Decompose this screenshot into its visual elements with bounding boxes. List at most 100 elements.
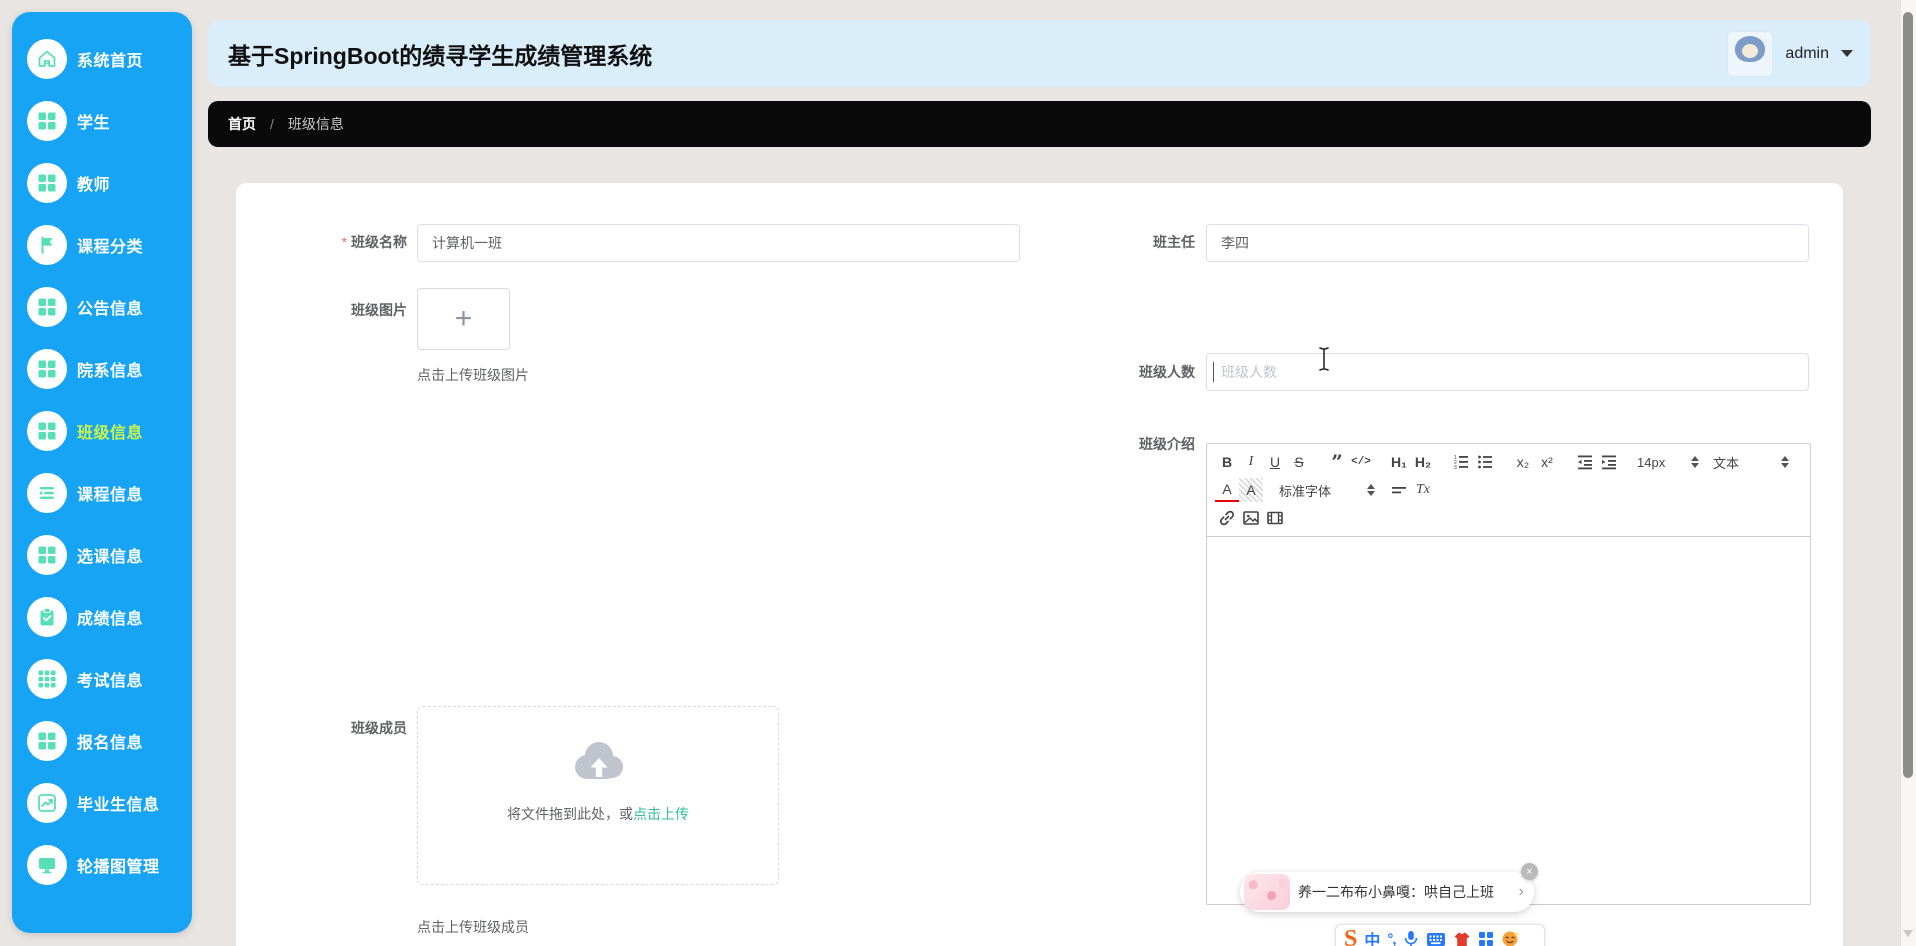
ime-suggestion-popup[interactable]: 养一二布布小鼻嘎：哄自己上班 › xyxy=(1240,872,1534,912)
header: 基于SpringBoot的绩寻学生成绩管理系统 admin xyxy=(208,20,1871,87)
text-caret xyxy=(1213,362,1214,382)
keyboard-icon[interactable] xyxy=(1426,932,1446,946)
ordered-list-button[interactable]: 123 xyxy=(1449,450,1473,474)
grid-icon xyxy=(27,411,67,451)
grid-icon xyxy=(27,287,67,327)
scrollbar-thumb[interactable] xyxy=(1903,12,1913,778)
ime-mode-chinese[interactable]: 中 xyxy=(1364,927,1380,946)
indent-button[interactable] xyxy=(1597,450,1621,474)
class-image-upload-box[interactable]: + xyxy=(417,288,510,350)
picker-arrows-icon xyxy=(1691,456,1699,468)
sidebar-item-announcements[interactable]: 公告信息 xyxy=(12,276,192,338)
sidebar-item-students[interactable]: 学生 xyxy=(12,90,192,152)
picker-arrows-icon xyxy=(1367,484,1375,496)
code-block-button[interactable]: </> xyxy=(1349,450,1373,474)
chart-icon xyxy=(27,783,67,823)
required-mark: * xyxy=(342,234,347,250)
blockquote-button[interactable]: ” xyxy=(1325,450,1349,474)
bold-button[interactable]: B xyxy=(1215,450,1239,474)
bullet-list-button[interactable] xyxy=(1473,450,1497,474)
sidebar-item-course-category[interactable]: 课程分类 xyxy=(12,214,192,276)
subscript-button[interactable]: x₂ xyxy=(1511,450,1535,474)
sidebar-item-grades[interactable]: 成绩信息 xyxy=(12,586,192,648)
class-size-input[interactable] xyxy=(1206,353,1809,391)
superscript-button[interactable]: x² xyxy=(1535,450,1559,474)
sidebar-item-label: 轮播图管理 xyxy=(77,853,160,877)
sidebar-item-label: 课程分类 xyxy=(77,233,143,257)
scrollbar-down-arrow-icon[interactable] xyxy=(1903,930,1913,937)
italic-button[interactable]: I xyxy=(1239,450,1263,474)
align-button[interactable] xyxy=(1387,478,1411,502)
monitor-icon xyxy=(27,845,67,885)
heading1-button[interactable]: H₁ xyxy=(1387,450,1411,474)
sidebar-item-label: 选课信息 xyxy=(77,543,143,567)
image-icon[interactable] xyxy=(1239,506,1263,530)
outdent-button[interactable] xyxy=(1573,450,1597,474)
plus-icon: + xyxy=(455,304,473,334)
page-title: 基于SpringBoot的绩寻学生成绩管理系统 xyxy=(228,37,652,71)
emoji-face-icon[interactable] xyxy=(1501,930,1519,946)
editor-content-area[interactable] xyxy=(1207,537,1810,905)
clear-format-button[interactable]: Tx xyxy=(1411,478,1435,502)
class-members-dropzone[interactable]: 将文件拖到此处，或点击上传 xyxy=(417,706,779,885)
grid-icon xyxy=(27,535,67,575)
sidebar-item-registrations[interactable]: 报名信息 xyxy=(12,710,192,772)
text-color-button[interactable]: A xyxy=(1215,478,1239,502)
sidebar-item-class-info[interactable]: 班级信息 xyxy=(12,400,192,462)
chevron-right-icon[interactable]: › xyxy=(1519,883,1524,901)
list-icon xyxy=(27,473,67,513)
sidebar-item-course-info[interactable]: 课程信息 xyxy=(12,462,192,524)
strikethrough-button[interactable]: S xyxy=(1287,450,1311,474)
sidebar-item-system-home[interactable]: 系统首页 xyxy=(12,28,192,90)
text-style-picker[interactable]: 文本 xyxy=(1711,450,1791,474)
sidebar-item-label: 报名信息 xyxy=(77,729,143,753)
sidebar-item-label: 院系信息 xyxy=(77,357,143,381)
background-color-button[interactable]: A xyxy=(1239,478,1263,502)
popup-close-button[interactable]: × xyxy=(1521,863,1538,880)
ime-toolbar: S 中 °, xyxy=(1335,924,1545,946)
dropzone-text: 将文件拖到此处，或点击上传 xyxy=(418,804,778,824)
sidebar-item-label: 学生 xyxy=(77,109,110,133)
sidebar-item-departments[interactable]: 院系信息 xyxy=(12,338,192,400)
breadcrumb-home-link[interactable]: 首页 xyxy=(228,114,256,134)
class-name-label: *班级名称 xyxy=(257,232,407,252)
toolbox-grid-icon[interactable] xyxy=(1478,931,1494,946)
sidebar-item-exams[interactable]: 考试信息 xyxy=(12,648,192,710)
mouse-ibeam-cursor xyxy=(1316,346,1332,377)
class-intro-label: 班级介绍 xyxy=(1045,434,1195,454)
underline-button[interactable]: U xyxy=(1263,450,1287,474)
grid-icon xyxy=(27,101,67,141)
sidebar-item-label: 公告信息 xyxy=(77,295,143,319)
sidebar-item-label: 课程信息 xyxy=(77,481,143,505)
sogou-logo-icon[interactable]: S xyxy=(1344,927,1357,946)
sidebar-item-teachers[interactable]: 教师 xyxy=(12,152,192,214)
user-menu[interactable]: admin xyxy=(1727,31,1853,77)
popup-thumbnail-image xyxy=(1244,874,1290,910)
head-teacher-input[interactable] xyxy=(1206,224,1809,262)
breadcrumb: 首页 / 班级信息 xyxy=(208,101,1871,147)
font-family-picker[interactable]: 标准字体 xyxy=(1277,478,1377,502)
class-members-hint: 点击上传班级成员 xyxy=(417,917,529,937)
video-icon[interactable] xyxy=(1263,506,1287,530)
ime-punctuation-icon[interactable]: °, xyxy=(1387,931,1395,946)
heading2-button[interactable]: H₂ xyxy=(1411,450,1435,474)
font-size-picker[interactable]: 14px xyxy=(1635,450,1701,474)
link-icon[interactable] xyxy=(1215,506,1239,530)
class-name-input[interactable] xyxy=(417,224,1020,262)
microphone-icon[interactable] xyxy=(1403,930,1419,946)
sidebar-item-label: 毕业生信息 xyxy=(77,791,160,815)
sidebar-item-course-selection[interactable]: 选课信息 xyxy=(12,524,192,586)
sidebar-item-label: 考试信息 xyxy=(77,667,143,691)
sidebar-item-graduates[interactable]: 毕业生信息 xyxy=(12,772,192,834)
chevron-down-icon xyxy=(1841,50,1853,57)
breadcrumb-current: 班级信息 xyxy=(288,114,344,134)
sidebar-item-carousel[interactable]: 轮播图管理 xyxy=(12,834,192,896)
grid-icon xyxy=(27,721,67,761)
class-image-hint: 点击上传班级图片 xyxy=(417,365,529,385)
skin-shirt-icon[interactable] xyxy=(1453,931,1471,946)
page: 系统首页 学生 教师 课程分类 公告信息 xyxy=(0,0,1916,946)
sidebar-item-label: 系统首页 xyxy=(77,47,143,71)
picker-arrows-icon xyxy=(1781,456,1789,468)
clipboard-check-icon xyxy=(27,597,67,637)
upload-link[interactable]: 点击上传 xyxy=(633,806,689,822)
